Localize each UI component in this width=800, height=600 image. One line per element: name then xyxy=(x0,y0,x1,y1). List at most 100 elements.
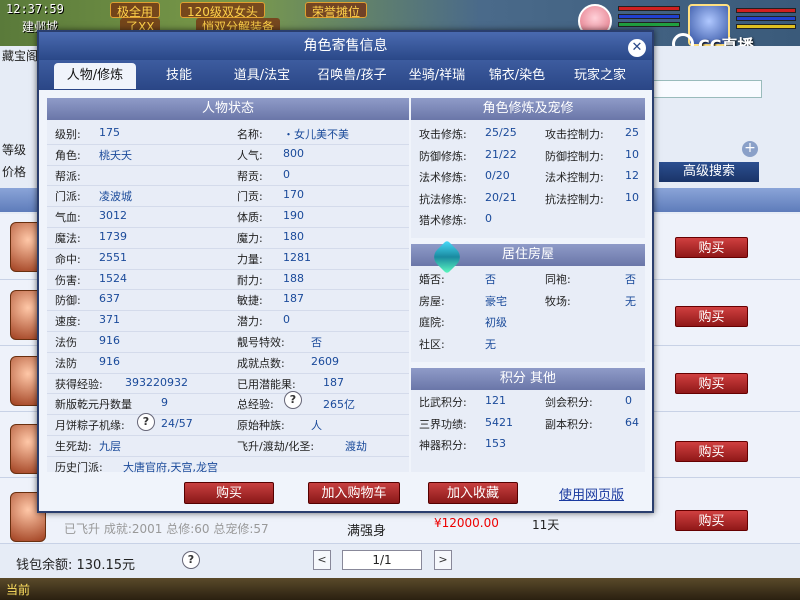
panel-value: 无 xyxy=(485,337,496,351)
status-value: 0 xyxy=(283,313,290,327)
next-page-button[interactable]: > xyxy=(434,550,452,570)
status-label: 命中: xyxy=(55,252,81,266)
shop-search-input[interactable] xyxy=(650,80,762,98)
pet-mp-bar xyxy=(618,14,680,19)
stall-banner[interactable]: 荣誉摊位 xyxy=(305,2,368,19)
status-value: 916 xyxy=(99,334,120,347)
status-label: 月饼粽子机缘: xyxy=(55,419,125,433)
panel-label: 三界功绩: xyxy=(419,417,467,431)
tab-character[interactable]: 人物/修炼 xyxy=(54,63,136,89)
panel-value: 121 xyxy=(485,394,506,407)
row-divider xyxy=(47,455,409,457)
close-icon[interactable]: ✕ xyxy=(628,39,646,57)
status-value: 800 xyxy=(283,146,304,160)
status-value: 393220932 xyxy=(125,375,188,389)
status-label: 力量: xyxy=(237,252,263,266)
channel-current[interactable]: 当前 xyxy=(6,581,30,598)
tab-outfits[interactable]: 锦衣/染色 xyxy=(475,63,559,89)
prev-page-button[interactable]: < xyxy=(313,550,331,570)
status-label: 角色: xyxy=(55,148,81,162)
buy-button[interactable]: 购买 xyxy=(184,482,274,504)
status-value: 188 xyxy=(283,271,304,285)
status-panel-header: 人物状态 xyxy=(47,98,409,120)
status-label: 速度: xyxy=(55,315,81,329)
panel-label: 婚否: xyxy=(419,273,445,286)
filter-level-label: 等级 xyxy=(2,143,27,157)
panel-label: 攻击控制力: xyxy=(545,128,604,141)
status-value: 187 xyxy=(283,292,304,306)
row-buy-button[interactable]: 购买 xyxy=(675,373,748,394)
status-label: 气血: xyxy=(55,211,81,225)
listing-summary: 已飞升 成就:2001 总修:60 总宠修:57 xyxy=(64,522,269,536)
status-value: 否 xyxy=(311,336,322,349)
status-value: 桃夭夭 xyxy=(99,148,132,162)
panel-label: 房屋: xyxy=(419,294,445,308)
help-icon[interactable]: ? xyxy=(137,413,155,431)
panel-value: 初级 xyxy=(485,316,507,329)
panel-label: 法术控制力: xyxy=(545,171,604,184)
row-divider xyxy=(47,143,409,145)
tab-pets[interactable]: 召唤兽/孩子 xyxy=(305,63,399,89)
row-divider xyxy=(47,393,409,395)
panel-value: 5421 xyxy=(485,415,513,429)
status-label: 体质: xyxy=(237,211,263,225)
row-divider xyxy=(47,331,409,332)
tab-mounts[interactable]: 坐骑/祥瑞 xyxy=(395,63,479,89)
panel-value: 10 xyxy=(625,147,639,161)
status-label: 潜力: xyxy=(237,315,263,329)
status-label: 伤害: xyxy=(55,273,81,287)
stall-banner[interactable]: 120级双女头 xyxy=(180,2,265,19)
status-label: 帮贡: xyxy=(237,169,263,183)
player-mp-bar xyxy=(736,16,796,21)
status-label: 魔力: xyxy=(237,232,263,245)
status-value: 371 xyxy=(99,313,120,327)
add-to-cart-button[interactable]: 加入购物车 xyxy=(308,482,400,504)
add-to-favorites-button[interactable]: 加入收藏 xyxy=(428,482,518,504)
row-divider xyxy=(47,289,409,291)
shop-label: 藏宝阁 xyxy=(2,49,39,63)
tab-skills[interactable]: 技能 xyxy=(149,63,209,89)
filter-price-label: 价格 xyxy=(2,165,27,179)
panel-label: 法术修炼: xyxy=(419,171,467,184)
row-buy-button[interactable]: 购买 xyxy=(675,237,748,258)
status-label: 级别: xyxy=(55,128,81,141)
row-buy-button[interactable]: 购买 xyxy=(675,441,748,462)
panel-value: 153 xyxy=(485,437,506,450)
stall-banner[interactable]: 极全用 xyxy=(110,2,161,19)
panel-value: 否 xyxy=(625,273,636,286)
status-value: 187 xyxy=(323,375,344,389)
game-clock: 12:37:59 xyxy=(6,2,64,16)
status-label: 帮派: xyxy=(55,169,81,183)
status-label: 原始种族: xyxy=(237,419,285,433)
status-label: 已用潜能果: xyxy=(237,377,296,391)
panel-label: 社区: xyxy=(419,337,445,351)
status-value: 大唐官府,天宫,龙宫 xyxy=(123,460,218,474)
status-value: 凌波城 xyxy=(99,190,132,204)
status-label: 飞升/渡劫/化圣: xyxy=(237,440,315,453)
panel-value: 0 xyxy=(485,212,492,225)
row-buy-button[interactable]: 购买 xyxy=(675,510,748,531)
use-web-version-link[interactable]: 使用网页版 xyxy=(559,484,624,503)
help-icon[interactable]: ? xyxy=(182,551,200,569)
points-panel-header: 积分 其他 xyxy=(411,368,645,390)
listing-price: ¥12000.00 xyxy=(434,516,499,530)
row-divider xyxy=(47,414,409,416)
tab-items[interactable]: 道具/法宝 xyxy=(223,63,301,89)
status-value: 637 xyxy=(99,292,120,306)
row-divider xyxy=(47,310,409,312)
row-buy-button[interactable]: 购买 xyxy=(675,306,748,327)
status-label: 靓号特效: xyxy=(237,336,285,349)
tab-player-home[interactable]: 玩家之家 xyxy=(561,63,639,89)
status-label: 耐力: xyxy=(237,273,263,287)
expand-filter-icon[interactable]: + xyxy=(742,141,758,157)
status-value: 1524 xyxy=(99,271,127,285)
status-value: 190 xyxy=(283,209,304,223)
page-indicator: 1/1 xyxy=(342,550,422,570)
status-value: 0 xyxy=(283,167,290,181)
status-label: 门派: xyxy=(55,190,81,204)
status-value: 1739 xyxy=(99,230,127,243)
status-label: 法防 xyxy=(55,356,77,370)
panel-label: 牧场: xyxy=(545,294,571,308)
help-icon[interactable]: ? xyxy=(284,391,302,409)
advanced-search-button[interactable]: 高级搜索 xyxy=(659,162,759,182)
